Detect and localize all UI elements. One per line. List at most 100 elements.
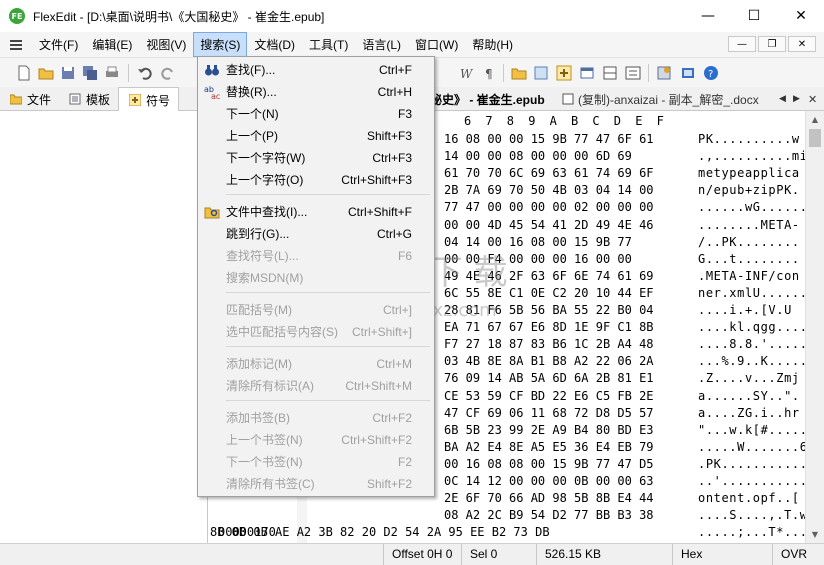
- menu-file[interactable]: 文件(F): [32, 32, 85, 57]
- hex-ascii[interactable]: a......SY..".: [698, 388, 800, 405]
- menu-window[interactable]: 窗口(W): [408, 32, 465, 57]
- hex-ascii[interactable]: ...%.9..K......: [698, 353, 815, 370]
- minimize-button[interactable]: —: [685, 0, 731, 32]
- menu-item[interactable]: 上一个(P) Shift+F3: [200, 125, 432, 147]
- tab-files-label: 文件: [27, 92, 52, 107]
- hex-bytes[interactable]: 47 CF 69 06 11 68 72 D8 D5 57: [444, 405, 654, 422]
- mdi-close-button[interactable]: ✕: [788, 36, 816, 52]
- list-view-icon[interactable]: [533, 65, 549, 81]
- hex-bytes[interactable]: 16 08 00 00 15 9B 77 47 6F 61: [444, 131, 654, 148]
- hex-ascii[interactable]: .,..........mi: [698, 148, 808, 165]
- menu-item[interactable]: 下一个字符(W) Ctrl+F3: [200, 147, 432, 169]
- help-icon[interactable]: ?: [703, 65, 719, 81]
- hex-row[interactable]: 00000170 8B 0B 0B AE A2 3B 82 20 D2 54 2A…: [208, 524, 808, 541]
- tab-docx-document[interactable]: (复制)-anxaizai - 副本_解密_.docx: [562, 87, 759, 111]
- hex-bytes[interactable]: 00 00 4D 45 54 41 2D 49 4E 46: [444, 217, 654, 234]
- hex-ascii[interactable]: ner.xmlU......: [698, 285, 808, 302]
- hex-bytes[interactable]: 6B 5B 23 99 2E A9 B4 80 BD E3: [444, 422, 654, 439]
- hex-ascii[interactable]: G...t........: [698, 251, 800, 268]
- close-button[interactable]: ✕: [778, 0, 824, 32]
- mdi-minimize-button[interactable]: —: [728, 36, 756, 52]
- hex-ascii[interactable]: .....;...T*...: [698, 524, 808, 541]
- tab-templates[interactable]: 模板: [59, 87, 118, 111]
- compare-icon[interactable]: [625, 65, 641, 81]
- hex-ascii[interactable]: n/epub+zipPK.: [698, 182, 800, 199]
- hex-bytes[interactable]: 2E 6F 70 66 AD 98 5B 8B E4 44: [444, 490, 654, 507]
- folder-icon[interactable]: [511, 65, 527, 81]
- tab-symbols[interactable]: 符号: [118, 87, 180, 112]
- print-icon[interactable]: [104, 65, 120, 81]
- menu-tools[interactable]: 工具(T): [302, 32, 355, 57]
- hex-ascii[interactable]: ....S....,.T.w: [698, 507, 808, 524]
- menu-item[interactable]: ab ac 替换(R)... Ctrl+H: [200, 81, 432, 103]
- hex-bytes[interactable]: CE 53 59 CF BD 22 E6 C5 FB 2E: [444, 388, 654, 405]
- hex-ascii[interactable]: PK..........w: [698, 131, 800, 148]
- hex-bytes[interactable]: 61 70 70 6C 69 63 61 74 69 6F: [444, 165, 654, 182]
- symbol-panel-icon[interactable]: [556, 65, 572, 81]
- menu-item[interactable]: 跳到行(G)... Ctrl+G: [200, 223, 432, 245]
- hex-ascii[interactable]: ........META-: [698, 217, 800, 234]
- hex-bytes[interactable]: 76 09 14 AB 5A 6D 6A 2B 81 E1: [444, 370, 654, 387]
- hex-ascii[interactable]: ....kl.qgg....: [698, 319, 808, 336]
- hex-ascii[interactable]: .Z....v...Zmj: [698, 370, 800, 387]
- symbol-panel[interactable]: [0, 111, 208, 543]
- menu-edit[interactable]: 编辑(E): [85, 32, 139, 57]
- tab-epub-document[interactable]: 秘史》 - 崔金生.epub: [430, 87, 545, 111]
- tab-scroll-right-button[interactable]: ▶: [793, 87, 800, 111]
- hex-bytes[interactable]: 8B 0B 0B AE A2 3B 82 20 D2 54 2A 95 EE B…: [210, 524, 550, 541]
- hex-column-label: A: [549, 114, 557, 128]
- mdi-restore-button[interactable]: ❐: [758, 36, 786, 52]
- save-all-icon[interactable]: [82, 65, 98, 81]
- hex-ascii[interactable]: ....i.+.[V.U: [698, 302, 792, 319]
- hex-ascii[interactable]: /..PK........: [698, 234, 800, 251]
- hex-bytes[interactable]: 14 00 00 08 00 00 00 6D 69: [444, 148, 632, 165]
- hex-ascii[interactable]: metypeapplica: [698, 165, 800, 182]
- undo-icon[interactable]: [137, 65, 153, 81]
- hex-ascii[interactable]: "...w.k[#.....: [698, 422, 808, 439]
- menu-item[interactable]: 上一个字符(O) Ctrl+Shift+F3: [200, 169, 432, 191]
- window-icon[interactable]: [579, 65, 595, 81]
- menu-document[interactable]: 文档(D): [247, 32, 302, 57]
- hex-ascii[interactable]: .META-INF/con: [698, 268, 800, 285]
- hex-bytes[interactable]: 03 4B 8E 8A B1 B8 A2 22 06 2A: [444, 353, 654, 370]
- hex-bytes[interactable]: 0C 14 12 00 00 00 0B 00 00 63: [444, 473, 654, 490]
- hex-bytes[interactable]: 00 16 08 08 00 15 9B 77 47 D5: [444, 456, 654, 473]
- fullscreen-icon[interactable]: [680, 65, 696, 81]
- scroll-down-icon[interactable]: ▼: [806, 526, 824, 543]
- hex-row[interactable]: 08 A2 2C B9 54 D2 77 BB B3 38 ....S....,.…: [208, 507, 808, 524]
- settings-icon[interactable]: [656, 65, 672, 81]
- vertical-scrollbar[interactable]: ▲ ▼: [805, 111, 824, 543]
- close-tab-button[interactable]: ✕: [808, 87, 817, 111]
- scroll-thumb[interactable]: [809, 129, 821, 147]
- new-file-icon[interactable]: [16, 65, 32, 81]
- hex-bytes[interactable]: 77 47 00 00 00 00 02 00 00 00: [444, 199, 654, 216]
- hex-bytes[interactable]: 2B 7A 69 70 50 4B 03 04 14 00: [444, 182, 654, 199]
- tab-files[interactable]: 文件: [0, 87, 59, 111]
- menu-search[interactable]: 搜索(S): [193, 32, 248, 57]
- hex-ascii[interactable]: .PK............: [698, 456, 815, 473]
- document-menu-icon[interactable]: [10, 37, 26, 53]
- menu-item[interactable]: 查找(F)... Ctrl+F: [200, 59, 432, 81]
- word-wrap-icon[interactable]: W: [458, 65, 474, 81]
- hex-bytes[interactable]: F7 27 18 87 83 B6 1C 2B A4 48: [444, 336, 654, 353]
- redo-icon[interactable]: [160, 65, 176, 81]
- menu-view[interactable]: 视图(V): [139, 32, 193, 57]
- hex-ascii[interactable]: a....ZG.i..hr: [698, 405, 800, 422]
- hex-ascii[interactable]: ....8.8.'......: [698, 336, 815, 353]
- pilcrow-icon[interactable]: ¶: [481, 65, 497, 81]
- hex-ascii[interactable]: ontent.opf..[: [698, 490, 800, 507]
- menu-item[interactable]: 文件中查找(I)... Ctrl+Shift+F: [200, 201, 432, 223]
- menu-item[interactable]: 下一个(N) F3: [200, 103, 432, 125]
- menu-help[interactable]: 帮助(H): [465, 32, 520, 57]
- split-view-icon[interactable]: [602, 65, 618, 81]
- open-folder-icon[interactable]: [38, 65, 54, 81]
- scroll-up-icon[interactable]: ▲: [806, 111, 824, 128]
- tab-scroll-left-button[interactable]: ◀: [779, 87, 786, 111]
- save-icon[interactable]: [60, 65, 76, 81]
- hex-bytes[interactable]: BA A2 E4 8E A5 E5 36 E4 EB 79: [444, 439, 654, 456]
- hex-ascii[interactable]: .....W.......6: [698, 439, 808, 456]
- menu-language[interactable]: 语言(L): [355, 32, 408, 57]
- hex-bytes[interactable]: 08 A2 2C B9 54 D2 77 BB B3 38: [444, 507, 654, 524]
- maximize-button[interactable]: ☐: [731, 0, 777, 32]
- hex-ascii[interactable]: ......wG......: [698, 199, 808, 216]
